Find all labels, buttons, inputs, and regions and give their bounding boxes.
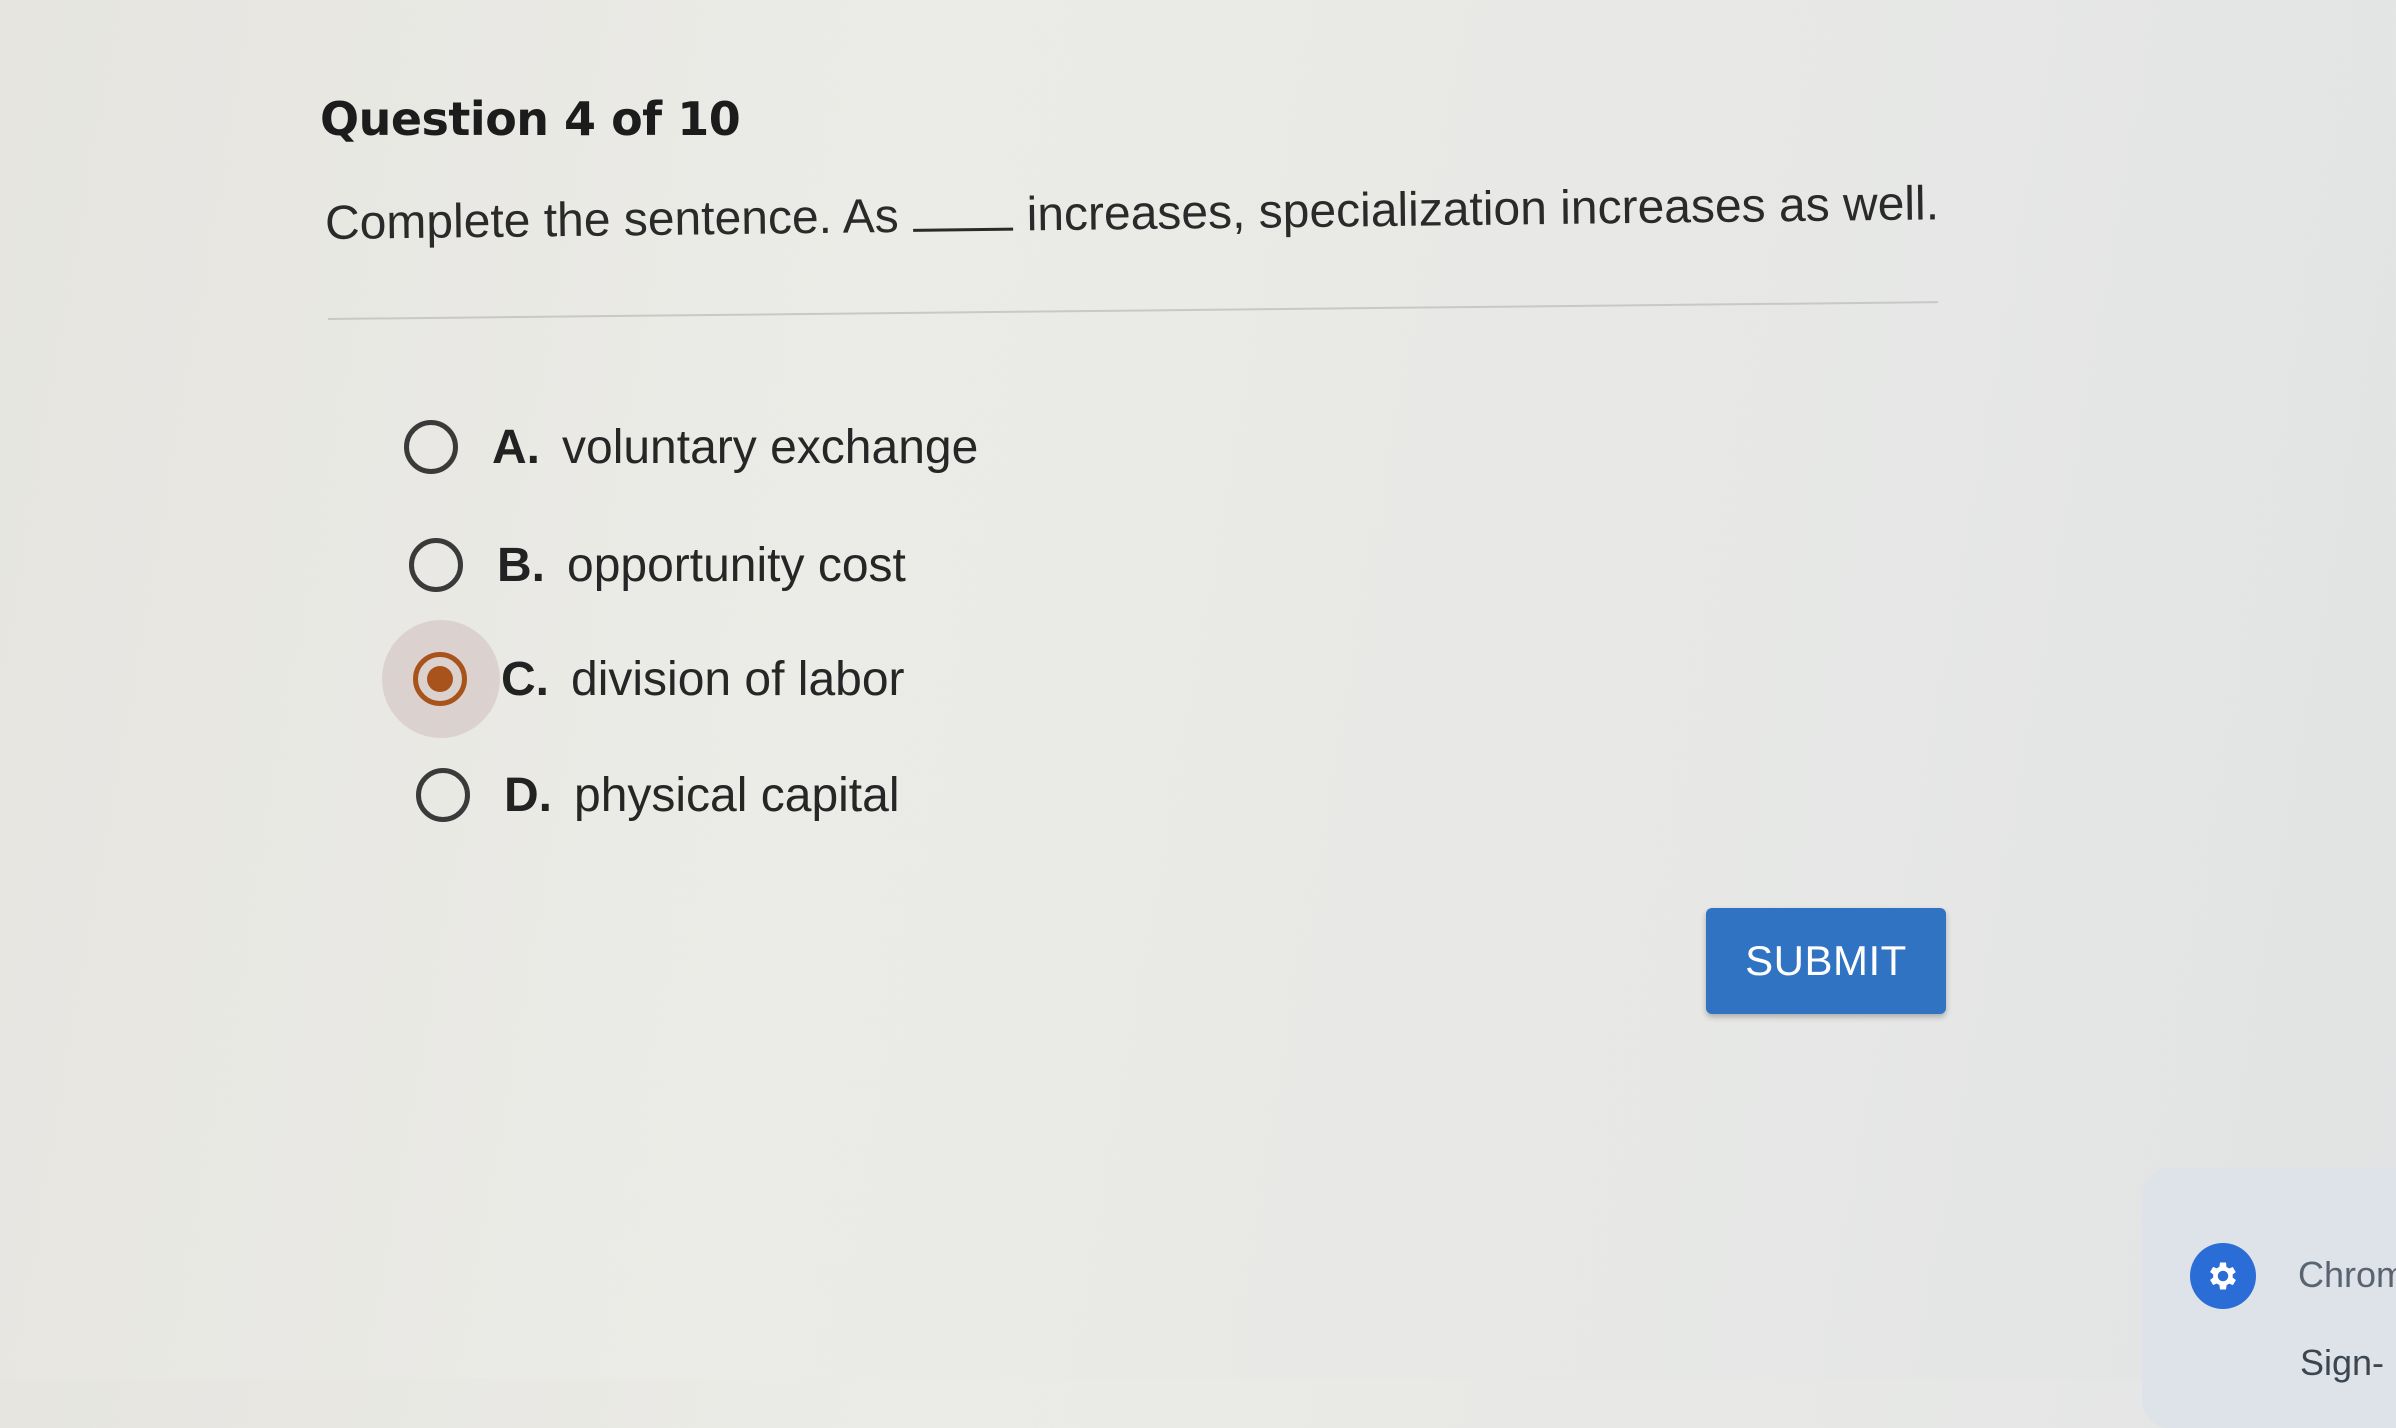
option-d[interactable]: D. physical capital [416, 750, 900, 840]
option-letter: D. [504, 768, 552, 822]
notification-subtitle[interactable]: Sign- [2300, 1342, 2384, 1384]
notification-panel [2142, 1168, 2396, 1428]
radio-icon[interactable] [416, 768, 470, 822]
option-label: physical capital [574, 768, 900, 822]
option-a[interactable]: A. voluntary exchange [404, 402, 978, 492]
question-prompt: Complete the sentence. As increases, spec… [325, 176, 1940, 251]
option-label: opportunity cost [567, 538, 906, 592]
question-title: Question 4 of 10 [320, 92, 741, 146]
option-b[interactable]: B. opportunity cost [409, 520, 906, 610]
radio-icon[interactable] [404, 420, 458, 474]
option-letter: C. [501, 652, 549, 706]
option-c[interactable]: C. division of labor [413, 634, 905, 724]
option-label: voluntary exchange [562, 420, 979, 474]
quiz-page: Question 4 of 10 Complete the sentence. … [0, 0, 2396, 1428]
divider [327, 301, 1938, 320]
radio-selected-icon[interactable] [413, 652, 467, 706]
radio-icon[interactable] [409, 538, 463, 592]
prompt-text-before: Complete the sentence. As [324, 189, 899, 250]
option-label: division of labor [571, 652, 905, 706]
notification-title[interactable]: Chrom [2298, 1254, 2396, 1296]
submit-button[interactable]: SUBMIT [1706, 908, 1946, 1014]
blank-line [912, 193, 1013, 232]
option-letter: B. [497, 538, 545, 592]
prompt-text-after: increases, specialization increases as w… [1026, 177, 1940, 242]
option-letter: A. [492, 420, 540, 474]
settings-gear-icon[interactable] [2190, 1243, 2256, 1309]
